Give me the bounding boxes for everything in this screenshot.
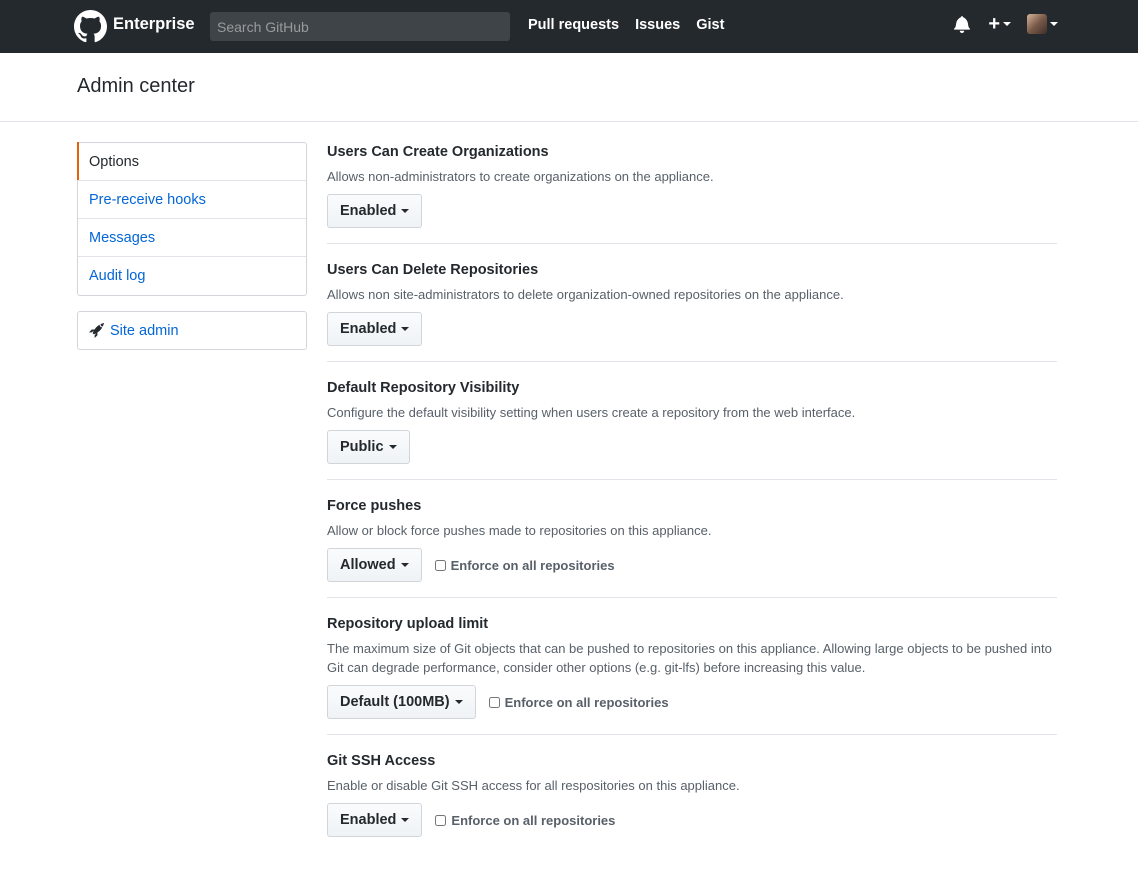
enforce-force-pushes[interactable]: Enforce on all repositories	[434, 557, 615, 573]
brand-name[interactable]: Enterprise	[113, 15, 195, 34]
setting-create-organizations: Users Can Create Organizations Allows no…	[327, 143, 1057, 244]
sidebar-menu: Options Pre-receive hooks Messages Audit…	[77, 142, 307, 296]
enforce-label: Enforce on all repositories	[451, 812, 616, 828]
setting-title: Default Repository Visibility	[327, 380, 520, 396]
setting-description: Configure the default visibility setting…	[327, 405, 856, 420]
top-header: Enterprise Pull requests Issues Gist +	[0, 0, 1138, 53]
enforce-checkbox[interactable]	[434, 559, 446, 571]
page-title: Admin center	[77, 75, 195, 97]
setting-title: Users Can Create Organizations	[327, 144, 549, 160]
setting-controls: Public	[327, 430, 1057, 464]
setting-title: Users Can Delete Repositories	[327, 262, 539, 278]
sidebar-item-audit-log[interactable]: Audit log	[78, 257, 306, 295]
chevron-down-icon	[401, 327, 410, 331]
user-menu-button[interactable]	[1027, 14, 1058, 34]
git-ssh-access-dropdown[interactable]: Enabled	[327, 803, 423, 837]
dropdown-value: Enabled	[340, 321, 397, 337]
create-organizations-dropdown[interactable]: Enabled	[327, 194, 423, 228]
setting-controls: Enabled Enforce on all repositories	[327, 803, 1057, 837]
search-input[interactable]	[210, 12, 510, 41]
default-visibility-dropdown[interactable]: Public	[327, 430, 410, 464]
setting-force-pushes: Force pushes Allow or block force pushes…	[327, 497, 1057, 598]
setting-description: Allows non-administrators to create orga…	[327, 169, 714, 184]
setting-upload-limit: Repository upload limit The maximum size…	[327, 615, 1057, 735]
create-new-button[interactable]: +	[988, 14, 1011, 34]
enforce-upload-limit[interactable]: Enforce on all repositories	[488, 694, 669, 710]
enforce-label: Enforce on all repositories	[504, 694, 669, 710]
setting-description: The maximum size of Git objects that can…	[327, 641, 1052, 675]
enforce-label: Enforce on all repositories	[450, 557, 615, 573]
site-admin-link[interactable]: Site admin	[77, 311, 307, 350]
setting-controls: Enabled	[327, 312, 1057, 346]
enforce-checkbox[interactable]	[488, 696, 500, 708]
bell-icon[interactable]	[954, 15, 971, 33]
avatar	[1027, 14, 1047, 34]
header-actions: +	[954, 14, 1058, 34]
dropdown-value: Enabled	[340, 203, 397, 219]
setting-controls: Enabled	[327, 194, 1057, 228]
chevron-down-icon	[454, 700, 463, 704]
enforce-checkbox[interactable]	[435, 814, 447, 826]
setting-git-ssh-access: Git SSH Access Enable or disable Git SSH…	[327, 752, 1057, 852]
setting-controls: Allowed Enforce on all repositories	[327, 548, 1057, 582]
setting-title: Git SSH Access	[327, 753, 436, 769]
dropdown-value: Default (100MB)	[340, 694, 450, 710]
page-header: Admin center	[0, 53, 1138, 122]
nav-gist[interactable]: Gist	[696, 17, 724, 33]
setting-controls: Default (100MB) Enforce on all repositor…	[327, 685, 1057, 719]
setting-title: Force pushes	[327, 498, 422, 514]
github-logo-icon[interactable]	[74, 10, 107, 43]
sidebar-item-pre-receive-hooks[interactable]: Pre-receive hooks	[78, 181, 306, 219]
chevron-down-icon	[400, 563, 409, 567]
nav-pull-requests[interactable]: Pull requests	[528, 17, 619, 33]
dropdown-value: Allowed	[340, 557, 396, 573]
enforce-git-ssh-access[interactable]: Enforce on all repositories	[435, 813, 615, 828]
site-admin-label: Site admin	[110, 322, 179, 339]
rocket-icon	[89, 323, 104, 338]
sidebar: Options Pre-receive hooks Messages Audit…	[77, 142, 307, 350]
settings-list: Users Can Create Organizations Allows no…	[327, 143, 1057, 869]
upload-limit-dropdown[interactable]: Default (100MB)	[327, 685, 476, 719]
chevron-down-icon	[388, 445, 397, 449]
plus-icon: +	[988, 13, 1000, 35]
chevron-down-icon	[401, 209, 410, 213]
setting-title: Repository upload limit	[327, 616, 489, 632]
chevron-down-icon	[1050, 22, 1058, 26]
chevron-down-icon	[1003, 22, 1011, 26]
chevron-down-icon	[401, 818, 410, 822]
nav-issues[interactable]: Issues	[635, 17, 680, 33]
setting-description: Enable or disable Git SSH access for all…	[327, 778, 740, 793]
setting-description: Allow or block force pushes made to repo…	[327, 523, 712, 538]
setting-description: Allows non site-administrators to delete…	[327, 287, 844, 302]
dropdown-value: Public	[340, 439, 384, 455]
sidebar-item-options[interactable]: Options	[77, 142, 306, 181]
sidebar-item-messages[interactable]: Messages	[78, 219, 306, 257]
dropdown-value: Enabled	[340, 812, 397, 828]
delete-repositories-dropdown[interactable]: Enabled	[327, 312, 423, 346]
setting-delete-repositories: Users Can Delete Repositories Allows non…	[327, 261, 1057, 362]
setting-default-visibility: Default Repository Visibility Configure …	[327, 379, 1057, 480]
force-pushes-dropdown[interactable]: Allowed	[327, 548, 422, 582]
header-nav: Pull requests Issues Gist	[528, 17, 724, 33]
